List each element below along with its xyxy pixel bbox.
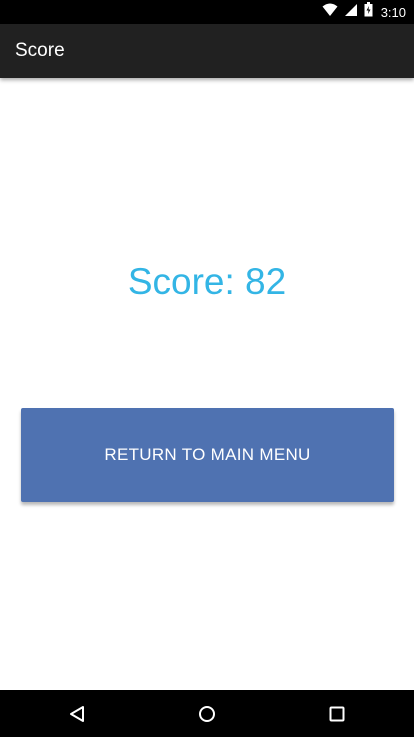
status-time: 3:10 — [380, 4, 406, 20]
battery-icon — [364, 2, 373, 22]
page-title: Score — [15, 40, 65, 61]
status-icons: 3:10 — [322, 0, 406, 24]
wifi-icon — [322, 3, 338, 22]
recents-icon[interactable] — [307, 690, 367, 737]
back-icon[interactable] — [47, 690, 107, 737]
score-text: Score: 82 — [127, 261, 287, 302]
app-bar: Score — [0, 24, 414, 78]
main-content: Score: 82 RETURN TO MAIN MENU — [0, 78, 414, 690]
navigation-bar — [0, 690, 414, 737]
return-to-main-menu-button[interactable]: RETURN TO MAIN MENU — [21, 408, 394, 502]
home-icon[interactable] — [177, 690, 237, 737]
signal-icon — [344, 3, 358, 22]
status-bar: 3:10 — [0, 0, 414, 24]
